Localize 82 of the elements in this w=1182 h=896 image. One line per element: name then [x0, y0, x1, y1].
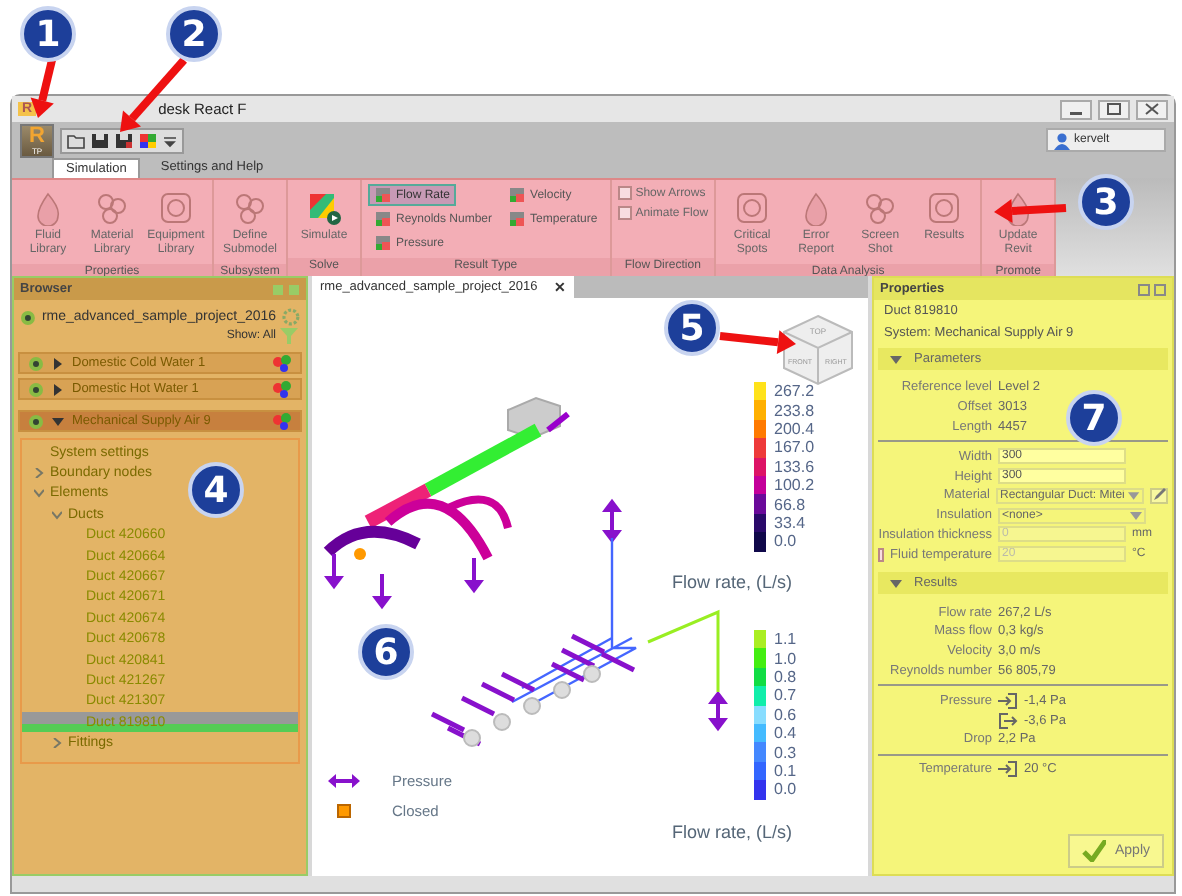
- ribbon-tool-icon: [94, 190, 130, 226]
- colorful-run-icon: [306, 190, 342, 226]
- scale-value: 0.1: [774, 761, 797, 780]
- scale-value: 0.0: [774, 780, 797, 799]
- pointer-arrow: [120, 57, 187, 132]
- scale-title: Flow rate, (L/s): [672, 822, 793, 842]
- folder-icon[interactable]: [66, 131, 86, 149]
- chevron-right-icon[interactable]: [52, 738, 62, 749]
- chevron-right-icon[interactable]: [34, 468, 44, 479]
- fitting-marker: [463, 729, 481, 747]
- colorful-grid-icon[interactable]: [138, 131, 158, 149]
- pressure-arrow-icon: [372, 574, 392, 610]
- exit-icon: [998, 711, 1018, 730]
- maximize-button[interactable]: [1098, 99, 1130, 119]
- fitting-marker: [583, 665, 601, 683]
- expanded-arrow-icon[interactable]: [890, 353, 902, 365]
- scale-value: 0.8: [774, 667, 797, 686]
- scale-value: 267.2: [774, 382, 815, 401]
- callout-badge: 1: [20, 6, 76, 62]
- fitting-marker: [553, 681, 571, 699]
- scale-value: 233.8: [774, 401, 815, 420]
- ribbon-tool-icon: [734, 190, 771, 226]
- scale-value: 133.6: [774, 457, 815, 476]
- chevron-down-icon[interactable]: [34, 488, 44, 499]
- colorful-circles-icon[interactable]: [272, 380, 292, 398]
- person-icon: [1054, 131, 1070, 149]
- scale-value: 0.6: [774, 705, 797, 724]
- scale-title: Flow rate, (L/s): [672, 572, 793, 592]
- pointer-arrow: [719, 330, 796, 354]
- scale-value: 66.8: [774, 495, 806, 514]
- ribbon-tool-icon: [862, 190, 899, 226]
- save-as-icon[interactable]: [114, 131, 134, 149]
- chart-icon: [508, 210, 527, 228]
- eye-icon[interactable]: [20, 309, 36, 325]
- colorful-circles-icon[interactable]: [272, 354, 292, 372]
- scale-value: 200.4: [774, 419, 815, 438]
- chart-icon: [374, 234, 392, 252]
- pressure-arrow-icon: [602, 498, 622, 544]
- scale-value: 0.3: [774, 743, 797, 762]
- scale-value: 1.0: [774, 649, 797, 668]
- dropdown-icon[interactable]: [162, 131, 178, 149]
- fitting-marker: [523, 697, 541, 715]
- scale-value: 167.0: [774, 438, 815, 457]
- checkmark-icon: [1082, 840, 1107, 862]
- edit-button[interactable]: [1150, 487, 1168, 504]
- scale-value: 100.2: [774, 476, 815, 495]
- callout-badge: 2: [166, 6, 222, 62]
- save-icon[interactable]: [90, 131, 110, 149]
- pressure-arrow-icon: [464, 558, 484, 594]
- pointer-arrow: [994, 199, 1067, 223]
- chart-icon: [508, 186, 527, 204]
- enter-icon: [998, 760, 1018, 779]
- scale-value: 0.7: [774, 686, 797, 705]
- collapsed-arrow-icon[interactable]: [52, 383, 64, 395]
- close-button[interactable]: [1136, 99, 1168, 119]
- pointer-arrow: [30, 59, 56, 118]
- chevron-down-icon[interactable]: [52, 509, 62, 520]
- closed-marker: [354, 548, 366, 560]
- expanded-arrow-icon[interactable]: [52, 415, 64, 427]
- scale-value: 33.4: [774, 513, 806, 532]
- ribbon-tool-icon: [926, 190, 963, 226]
- fitting-marker: [493, 713, 511, 731]
- chart-icon: [374, 210, 392, 228]
- equipment-box: [507, 396, 561, 440]
- ribbon-tool-icon: [158, 190, 194, 226]
- chart-icon: [374, 186, 392, 204]
- scale-value: 1.1: [774, 630, 797, 649]
- pressure-arrow-icon: [324, 554, 344, 590]
- ribbon-tool-icon: [232, 190, 268, 226]
- expanded-arrow-icon[interactable]: [890, 577, 902, 590]
- double-arrow-icon: [328, 774, 360, 788]
- panel-buttons-icon[interactable]: [1138, 283, 1166, 295]
- pressure-arrow-icon: [708, 690, 728, 732]
- scale-value: 0.4: [774, 724, 797, 743]
- enter-icon: [998, 691, 1018, 710]
- minimize-button[interactable]: [1060, 99, 1092, 119]
- maximize-icon: [1106, 102, 1122, 116]
- colorful-circles-icon[interactable]: [272, 412, 292, 430]
- pipe-line: [647, 609, 720, 692]
- close-icon: [1144, 102, 1160, 116]
- collapsed-arrow-icon[interactable]: [52, 357, 64, 369]
- scale-value: 0.0: [774, 532, 797, 551]
